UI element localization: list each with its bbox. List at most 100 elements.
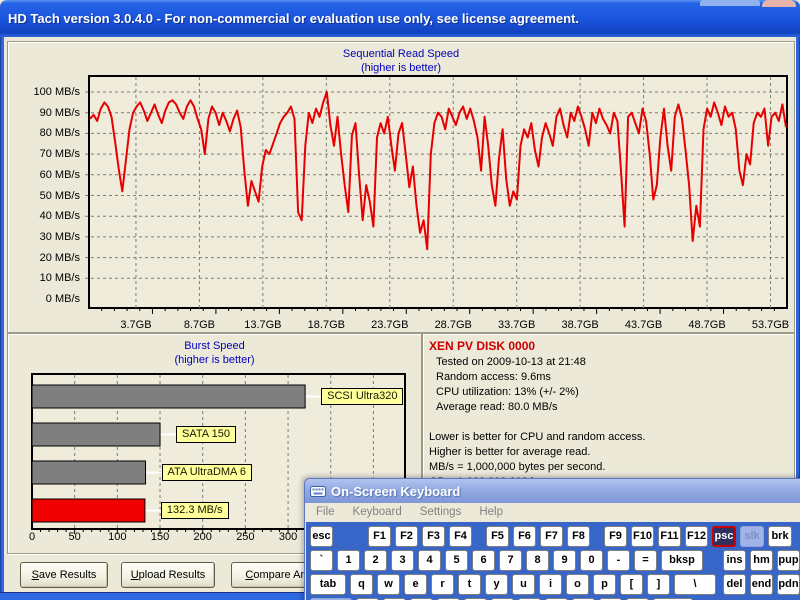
key-o[interactable]: o xyxy=(566,574,589,595)
key-F9[interactable]: F9 xyxy=(604,526,627,547)
key-F11[interactable]: F11 xyxy=(658,526,681,547)
burst-chart-title: Burst Speed xyxy=(8,340,421,352)
key-del[interactable]: del xyxy=(723,574,746,595)
key-2[interactable]: 2 xyxy=(364,550,387,571)
burst-bar-label: ATA UltraDMA 6 xyxy=(162,464,252,481)
key-`[interactable]: ` xyxy=(310,550,333,571)
drive-stat-line: Average read: 80.0 MB/s xyxy=(436,401,557,413)
seq-y-tick-label: 40 MB/s xyxy=(12,210,80,222)
seq-y-tick-label: 80 MB/s xyxy=(12,127,80,139)
osk-menubar: FileKeyboardSettingsHelp xyxy=(305,503,800,521)
osk-window-title: On-Screen Keyboard xyxy=(331,484,460,499)
seq-x-tick-label: 43.7GB xyxy=(614,319,674,331)
drive-note-line: Lower is better for CPU and random acces… xyxy=(429,431,645,443)
key-=[interactable]: = xyxy=(634,550,657,571)
key-e[interactable]: e xyxy=(404,574,427,595)
key-][interactable]: ] xyxy=(647,574,670,595)
key-5[interactable]: 5 xyxy=(445,550,468,571)
burst-x-tick-label: 100 xyxy=(102,531,132,543)
key-F1[interactable]: F1 xyxy=(368,526,391,547)
burst-x-tick-label: 0 xyxy=(17,531,47,543)
drive-name: XEN PV DISK 0000 xyxy=(429,339,535,353)
seq-y-tick-label: 90 MB/s xyxy=(12,107,80,119)
osk-menu-file[interactable]: File xyxy=(307,505,344,519)
key-ins[interactable]: ins xyxy=(723,550,746,571)
drive-note-line: MB/s = 1,000,000 bytes per second. xyxy=(429,461,605,473)
key-r[interactable]: r xyxy=(431,574,454,595)
key-psc[interactable]: psc xyxy=(712,526,736,547)
seq-y-tick-label: 60 MB/s xyxy=(12,169,80,181)
key-F10[interactable]: F10 xyxy=(631,526,654,547)
seq-x-tick-label: 13.7GB xyxy=(233,319,293,331)
seq-x-tick-label: 48.7GB xyxy=(677,319,737,331)
save-results-button[interactable]: Save Results xyxy=(20,562,108,588)
key-pup[interactable]: pup xyxy=(777,550,800,571)
seq-chart-title: Sequential Read Speed xyxy=(8,48,794,60)
osk-key-area: esc F1F2F3F4 F5F6F7F8 F9F10F11F12pscslkbrk `… xyxy=(306,522,800,600)
key-u[interactable]: u xyxy=(512,574,535,595)
seq-x-tick-label: 3.7GB xyxy=(106,319,166,331)
key-end[interactable]: end xyxy=(750,574,773,595)
key-w[interactable]: w xyxy=(377,574,400,595)
key-pdn[interactable]: pdn xyxy=(777,574,800,595)
key-tab[interactable]: tab xyxy=(310,574,346,595)
key-F5[interactable]: F5 xyxy=(486,526,509,547)
drive-stat-line: Random access: 9.6ms xyxy=(436,371,551,383)
seq-x-tick-label: 18.7GB xyxy=(296,319,356,331)
key-F12[interactable]: F12 xyxy=(685,526,708,547)
hdtach-titlebar[interactable]: HD Tach version 3.0.4.0 - For non-commer… xyxy=(0,0,800,37)
key-0[interactable]: 0 xyxy=(580,550,603,571)
seq-y-tick-label: 0 MB/s xyxy=(12,293,80,305)
upload-results-button[interactable]: Upload Results xyxy=(121,562,215,588)
key-F2[interactable]: F2 xyxy=(395,526,418,547)
key-hm[interactable]: hm xyxy=(750,550,773,571)
key-[[interactable]: [ xyxy=(620,574,643,595)
key-F4[interactable]: F4 xyxy=(449,526,472,547)
burst-x-tick-label: 50 xyxy=(60,531,90,543)
seq-y-tick-label: 50 MB/s xyxy=(12,190,80,202)
key-6[interactable]: 6 xyxy=(472,550,495,571)
key-esc[interactable]: esc xyxy=(310,526,333,547)
key-bksp[interactable]: bksp xyxy=(661,550,703,571)
osk-titlebar[interactable]: On-Screen Keyboard xyxy=(305,479,800,503)
seq-x-tick-label: 8.7GB xyxy=(169,319,229,331)
seq-y-tick-label: 10 MB/s xyxy=(12,272,80,284)
key-F8[interactable]: F8 xyxy=(567,526,590,547)
key-1[interactable]: 1 xyxy=(337,550,360,571)
seq-y-tick-label: 20 MB/s xyxy=(12,252,80,264)
key-y[interactable]: y xyxy=(485,574,508,595)
key-t[interactable]: t xyxy=(458,574,481,595)
key-8[interactable]: 8 xyxy=(526,550,549,571)
screen: HD Tach version 3.0.4.0 - For non-commer… xyxy=(0,0,800,600)
key-q[interactable]: q xyxy=(350,574,373,595)
key-slk[interactable]: slk xyxy=(740,526,764,547)
osk-key-row-3: tabqwertyuiop[]\ delendpdn xyxy=(310,574,800,595)
osk-menu-keyboard[interactable]: Keyboard xyxy=(344,505,411,519)
osk-menu-help[interactable]: Help xyxy=(470,505,512,519)
burst-x-tick-label: 300 xyxy=(273,531,303,543)
key-7[interactable]: 7 xyxy=(499,550,522,571)
key--[interactable]: - xyxy=(607,550,630,571)
burst-x-tick-label: 250 xyxy=(230,531,260,543)
key-F7[interactable]: F7 xyxy=(540,526,563,547)
osk-key-row-2: `1234567890-=bkspinshmpup xyxy=(310,550,800,571)
burst-chart-subtitle: (higher is better) xyxy=(8,354,421,366)
key-p[interactable]: p xyxy=(593,574,616,595)
key-4[interactable]: 4 xyxy=(418,550,441,571)
seq-x-tick-label: 28.7GB xyxy=(423,319,483,331)
sequential-read-chart xyxy=(83,74,793,317)
drive-stat-line: CPU utilization: 13% (+/- 2%) xyxy=(436,386,579,398)
key-9[interactable]: 9 xyxy=(553,550,576,571)
burst-bar-label: SCSI Ultra320 xyxy=(321,388,403,405)
burst-x-tick-label: 150 xyxy=(145,531,175,543)
key-\[interactable]: \ xyxy=(674,574,716,595)
key-F3[interactable]: F3 xyxy=(422,526,445,547)
osk-menu-settings[interactable]: Settings xyxy=(411,505,471,519)
key-3[interactable]: 3 xyxy=(391,550,414,571)
seq-chart-subtitle: (higher is better) xyxy=(8,62,794,74)
key-F6[interactable]: F6 xyxy=(513,526,536,547)
on-screen-keyboard-window: On-Screen Keyboard FileKeyboardSettingsH… xyxy=(304,478,800,600)
burst-x-tick-label: 200 xyxy=(188,531,218,543)
key-brk[interactable]: brk xyxy=(768,526,792,547)
key-i[interactable]: i xyxy=(539,574,562,595)
